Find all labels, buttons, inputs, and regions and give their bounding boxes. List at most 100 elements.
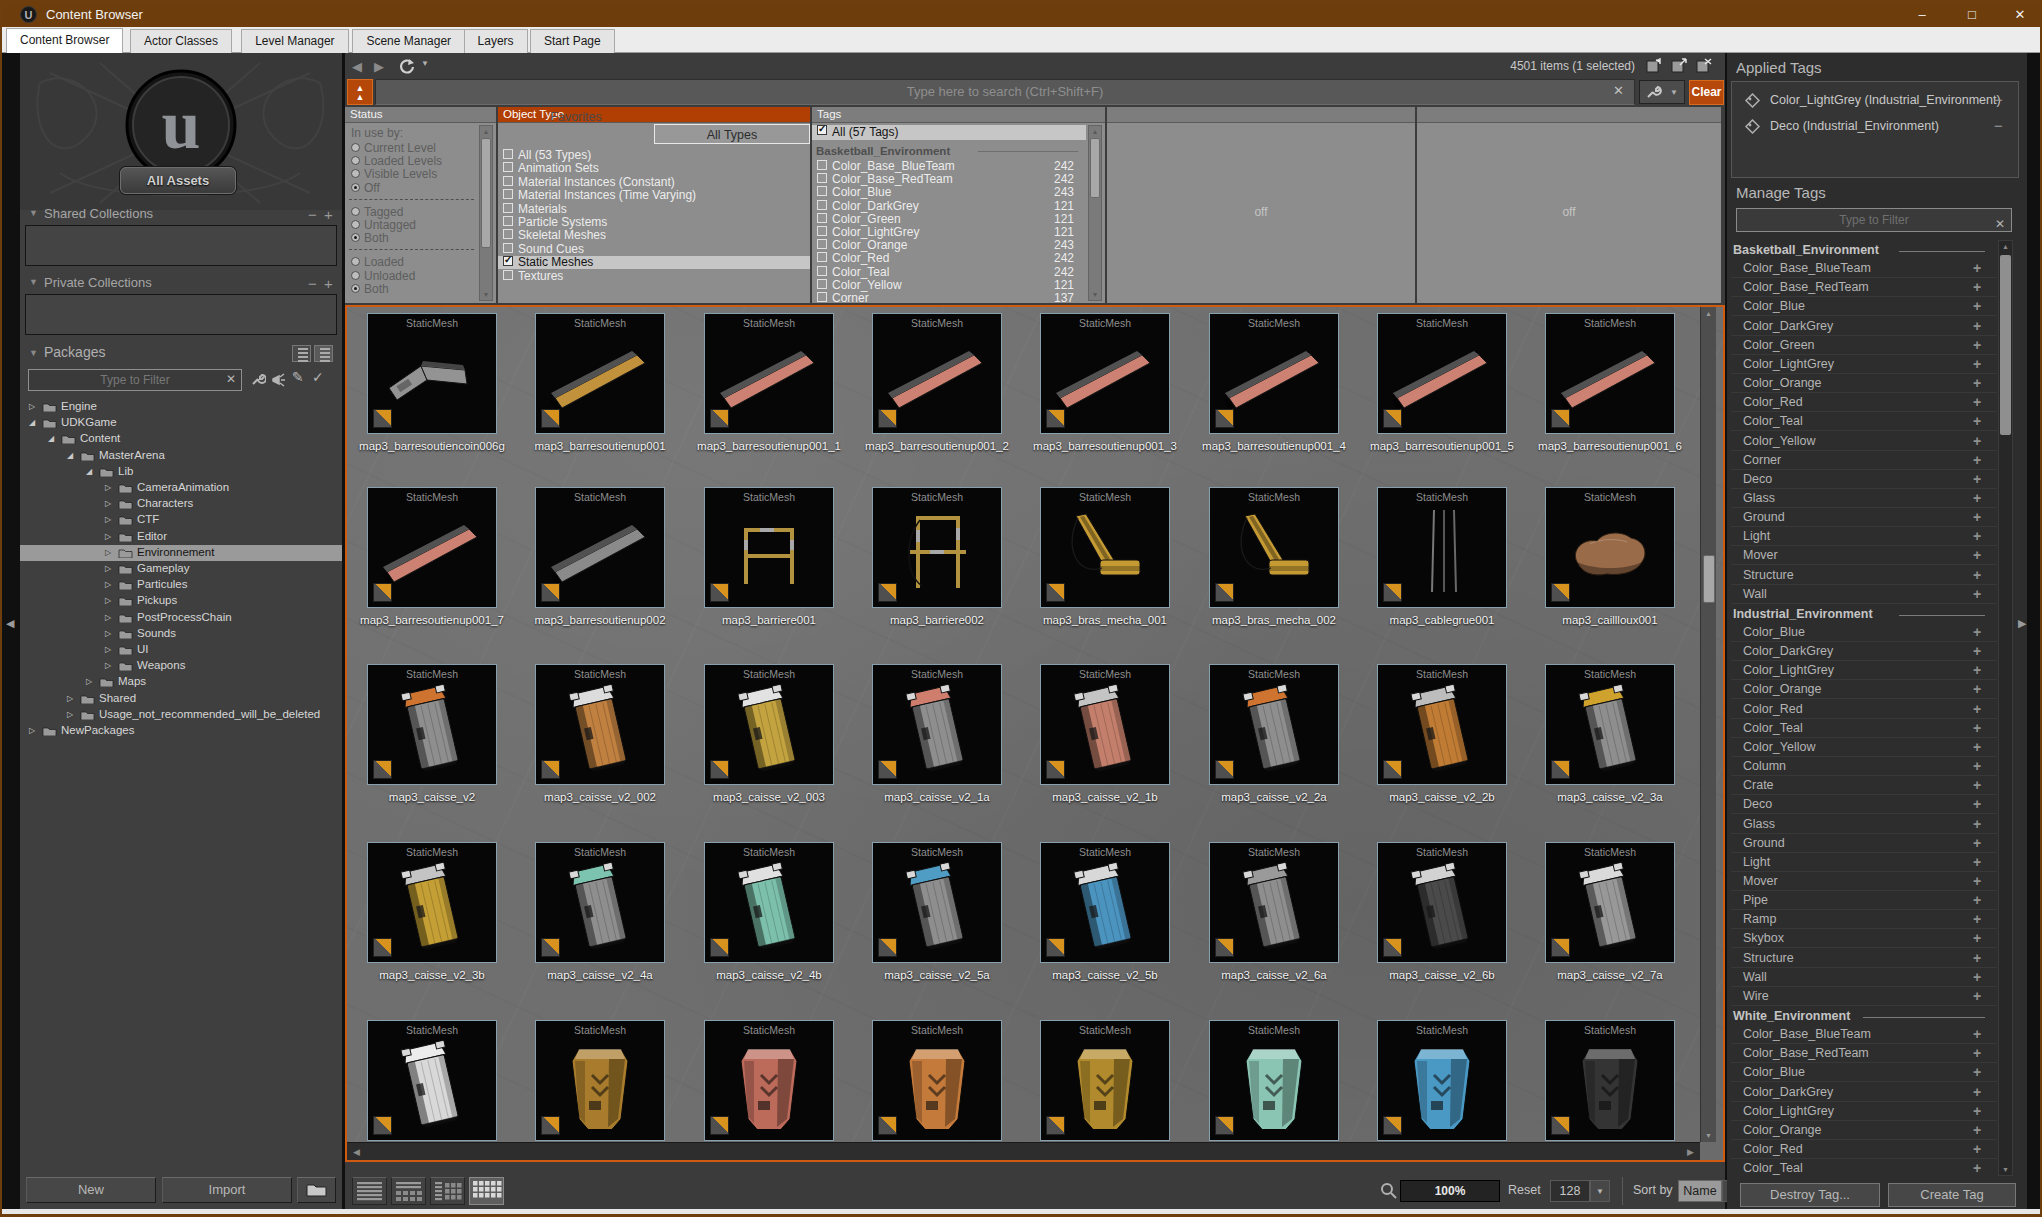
asset-tile[interactable]: StaticMesh (1040, 664, 1170, 785)
view-mode-split-horizontal-button[interactable] (391, 1177, 426, 1205)
checkbox-icon[interactable] (817, 173, 827, 183)
add-tag-button[interactable]: + (1973, 356, 1981, 372)
add-tag-button[interactable]: + (1973, 816, 1981, 832)
tag-color_yellow[interactable]: Color_Yellow121 (812, 279, 1086, 292)
packages-filter-input[interactable]: Type to Filter (28, 369, 242, 391)
tab-actor-classes[interactable]: Actor Classes (130, 29, 232, 53)
asset-tile[interactable]: StaticMesh (704, 664, 834, 785)
tree-item-maps[interactable]: ▷Maps (20, 674, 342, 690)
checkbox-icon[interactable] (817, 213, 827, 223)
remove-tag-button[interactable]: − (1994, 91, 2003, 108)
manage-tag-row[interactable]: Color_Teal+ (1731, 412, 1997, 431)
shared-collections-header[interactable]: ▼ Shared Collections − + (20, 206, 342, 224)
radio-loaded-levels[interactable]: Loaded Levels (345, 155, 475, 168)
add-tag-button[interactable]: + (1973, 394, 1981, 410)
add-tag-button[interactable]: + (1973, 547, 1981, 563)
manage-tag-row[interactable]: Mover+ (1731, 872, 1997, 891)
manage-tag-row[interactable]: Mover+ (1731, 546, 1997, 565)
collapsed-arrow-icon[interactable]: ▷ (67, 710, 73, 719)
manage-tag-row[interactable]: Color_Red+ (1731, 393, 1997, 412)
add-tag-button[interactable]: + (1973, 662, 1981, 678)
clear-filters-button[interactable]: Clear (1689, 80, 1724, 105)
tree-item-shared[interactable]: ▷Shared (20, 691, 342, 707)
add-tag-button[interactable]: + (1973, 337, 1981, 353)
tab-layers[interactable]: Layers (464, 29, 528, 53)
asset-tile[interactable]: StaticMesh (1209, 664, 1339, 785)
clear-filter-icon[interactable]: ✕ (226, 372, 236, 386)
checkbox-icon[interactable] (503, 216, 513, 226)
asset-tile[interactable]: StaticMesh (1040, 842, 1170, 963)
pencil-icon[interactable]: ✎ (292, 369, 304, 385)
search-options-button[interactable]: ▼ (1639, 80, 1685, 104)
manage-tag-row[interactable]: Deco+ (1731, 470, 1997, 489)
checkbox-icon[interactable] (817, 279, 827, 289)
manage-tag-row[interactable]: Color_Red+ (1731, 1140, 1997, 1159)
collapsed-arrow-icon[interactable]: ▷ (86, 677, 92, 686)
history-forward-icon[interactable]: ▶ (374, 59, 384, 74)
asset-tile[interactable]: StaticMesh (535, 1020, 665, 1141)
collapse-left-panel-icon[interactable]: ◀ (6, 617, 14, 630)
add-tag-button[interactable]: + (1973, 969, 1981, 985)
asset-tile[interactable]: StaticMesh (872, 487, 1002, 608)
tag-color_base_blueteam[interactable]: Color_Base_BlueTeam242 (812, 160, 1086, 173)
objtype-all-53-types-[interactable]: All (53 Types) (498, 149, 810, 162)
manage-tags-scrollbar[interactable]: ▲ ▼ (1998, 240, 2013, 1176)
add-tag-button[interactable]: + (1973, 643, 1981, 659)
add-tag-button[interactable]: + (1973, 413, 1981, 429)
manage-tag-row[interactable]: Color_Green+ (1731, 336, 1997, 355)
manage-tag-row[interactable]: Color_DarkGrey+ (1731, 642, 1997, 661)
add-tag-button[interactable]: + (1973, 452, 1981, 468)
add-tag-button[interactable]: + (1973, 988, 1981, 1004)
asset-tile[interactable]: StaticMesh (872, 664, 1002, 785)
checkbox-icon[interactable] (817, 200, 827, 210)
tag-color_orange[interactable]: Color_Orange243 (812, 239, 1086, 252)
tab-scene-manager[interactable]: Scene Manager (352, 29, 465, 53)
asset-tile[interactable]: StaticMesh (367, 842, 497, 963)
tag-color_darkgrey[interactable]: Color_DarkGrey121 (812, 200, 1086, 213)
asset-tile[interactable]: StaticMesh (1377, 487, 1507, 608)
tree-item-content[interactable]: ◢Content (20, 431, 342, 447)
manage-tag-row[interactable]: Light+ (1731, 853, 1997, 872)
add-tag-button[interactable]: + (1973, 873, 1981, 889)
asset-tile[interactable]: StaticMesh (1545, 842, 1675, 963)
add-tag-button[interactable]: + (1973, 1122, 1981, 1138)
tree-item-weapons[interactable]: ▷Weapons (20, 658, 342, 674)
checkbox-icon[interactable] (503, 149, 513, 159)
checkbox-icon[interactable] (817, 160, 827, 170)
objtype-material-instances-time-varying-[interactable]: Material Instances (Time Varying) (498, 189, 810, 202)
add-tag-button[interactable]: + (1973, 720, 1981, 736)
collapsed-arrow-icon[interactable]: ▷ (105, 629, 111, 638)
manage-tag-row[interactable]: Ramp+ (1731, 910, 1997, 929)
tag-color_lightgrey[interactable]: Color_LightGrey121 (812, 226, 1086, 239)
add-collection-button[interactable]: + (324, 275, 333, 292)
manage-tag-row[interactable]: Glass+ (1731, 815, 1997, 834)
checkbox-icon[interactable] (817, 239, 827, 249)
refresh-dropdown-icon[interactable]: ▼ (421, 59, 429, 68)
collapsed-arrow-icon[interactable]: ▷ (105, 499, 111, 508)
objtype-sound-cues[interactable]: Sound Cues (498, 243, 810, 256)
manage-tag-row[interactable]: Deco+ (1731, 795, 1997, 814)
collapsed-arrow-icon[interactable]: ▷ (29, 402, 35, 411)
tree-item-pickups[interactable]: ▷Pickups (20, 593, 342, 609)
add-tag-button[interactable]: + (1973, 1064, 1981, 1080)
tree-item-ui[interactable]: ▷UI (20, 642, 342, 658)
checkbox-icon[interactable] (817, 252, 827, 262)
asset-tile[interactable]: StaticMesh (367, 1020, 497, 1141)
asset-tile[interactable]: StaticMesh (1545, 1020, 1675, 1141)
asset-tile[interactable]: StaticMesh (535, 313, 665, 434)
asset-tile[interactable]: StaticMesh (367, 664, 497, 785)
remove-collection-button[interactable]: − (308, 275, 317, 292)
manage-tag-row[interactable]: Color_DarkGrey+ (1731, 317, 1997, 336)
tree-item-engine[interactable]: ▷Engine (20, 399, 342, 415)
asset-tile[interactable]: StaticMesh (1377, 1020, 1507, 1141)
tab-favorites[interactable]: Favorites (498, 107, 654, 128)
tree-item-lib[interactable]: ◢Lib (20, 464, 342, 480)
tree-item-udkgame[interactable]: ◢UDKGame (20, 415, 342, 431)
radio-both[interactable]: Both (345, 232, 475, 245)
asset-tile[interactable]: StaticMesh (1209, 1020, 1339, 1141)
collapsed-arrow-icon[interactable]: ▷ (105, 483, 111, 492)
manage-tag-row[interactable]: Wire+ (1731, 987, 1997, 1006)
expanded-arrow-icon[interactable]: ◢ (86, 467, 92, 476)
import-button[interactable]: Import (162, 1177, 292, 1203)
tree-item-characters[interactable]: ▷Characters (20, 496, 342, 512)
